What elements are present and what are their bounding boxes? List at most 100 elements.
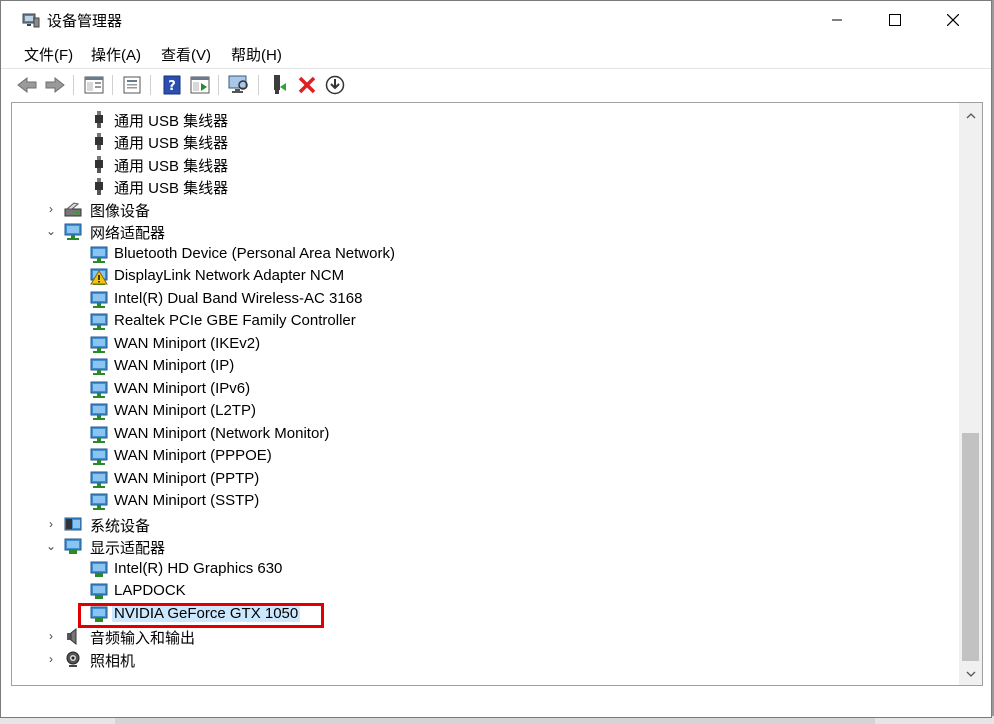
chevron-down-icon[interactable]: ⌄ [44, 538, 58, 554]
tree-item-label: 图像设备 [90, 203, 151, 220]
tree-category-display[interactable]: ⌄ 显示适配器 [12, 535, 959, 557]
minimize-button[interactable] [808, 1, 866, 39]
help-icon: ? [163, 75, 181, 95]
tree-item-label: WAN Miniport (SSTP) [114, 492, 260, 509]
minimize-icon [832, 19, 842, 21]
device-manager-window: 设备管理器 文件(F) 操作(A) 查看(V) 帮助(H) ? 通用 USB 集… [0, 0, 992, 718]
tree-category-imaging[interactable]: › 图像设备 [12, 198, 959, 220]
network-adapter-icon [90, 471, 108, 488]
tree-item-network-adapter[interactable]: WAN Miniport (L2TP) [12, 400, 959, 422]
tree-item-usb-hub[interactable]: 通用 USB 集线器 [12, 108, 959, 130]
title-bar: 设备管理器 [1, 1, 991, 39]
tree-item-label: WAN Miniport (L2TP) [114, 402, 256, 419]
tree-category-system[interactable]: › 系统设备 [12, 513, 959, 535]
chevron-right-icon[interactable]: › [44, 628, 58, 644]
window-title: 设备管理器 [47, 13, 123, 30]
forward-button[interactable] [42, 72, 68, 98]
maximize-button[interactable] [866, 1, 924, 39]
chevron-down-icon [966, 671, 975, 677]
enable-device-button[interactable] [266, 72, 292, 98]
network-adapter-icon [90, 246, 108, 263]
annotation-highlight-box [78, 603, 324, 628]
network-adapter-icon [90, 426, 108, 443]
show-hide-button[interactable] [187, 72, 213, 98]
tree-item-network-adapter[interactable]: WAN Miniport (IPv6) [12, 378, 959, 400]
svg-text:?: ? [168, 79, 176, 94]
tree-item-label: 显示适配器 [90, 540, 166, 557]
scroll-down-button[interactable] [959, 663, 982, 685]
tree-item-display-adapter[interactable]: Intel(R) HD Graphics 630 [12, 558, 959, 580]
tree-item-usb-hub[interactable]: 通用 USB 集线器 [12, 175, 959, 197]
chevron-up-icon [966, 113, 975, 119]
tree-item-network-adapter[interactable]: WAN Miniport (IP) [12, 355, 959, 377]
uninstall-device-button[interactable] [294, 72, 320, 98]
scan-hardware-button[interactable] [226, 72, 252, 98]
tree-item-network-adapter[interactable]: WAN Miniport (PPPOE) [12, 445, 959, 467]
menu-action[interactable]: 操作(A) [89, 44, 143, 65]
update-view-button[interactable] [119, 72, 145, 98]
tree-category-network[interactable]: ⌄ 网络适配器 [12, 220, 959, 242]
tree-item-label: 通用 USB 集线器 [114, 180, 229, 197]
tree-item-label: 网络适配器 [90, 225, 166, 242]
webcam-icon [66, 651, 80, 667]
tree-item-display-adapter[interactable]: LAPDOCK [12, 580, 959, 602]
update-driver-button[interactable] [322, 72, 348, 98]
tree-item-network-adapter[interactable]: Bluetooth Device (Personal Area Network) [12, 243, 959, 265]
network-adapter-icon [90, 448, 108, 465]
tree-item-label: Intel(R) Dual Band Wireless-AC 3168 [114, 290, 363, 307]
network-adapter-icon [90, 493, 108, 510]
tree-item-label: LAPDOCK [114, 582, 186, 599]
vertical-scrollbar[interactable] [959, 103, 982, 685]
properties-view-button[interactable] [81, 72, 107, 98]
usb-plug-icon [95, 111, 103, 128]
menu-help[interactable]: 帮助(H) [229, 44, 284, 65]
tree-item-usb-hub[interactable]: 通用 USB 集线器 [12, 153, 959, 175]
chevron-right-icon[interactable]: › [44, 516, 58, 532]
plug-enable-icon [274, 75, 286, 94]
chevron-right-icon[interactable]: › [44, 201, 58, 217]
display-adapter-icon [90, 583, 108, 599]
tree-item-network-adapter[interactable]: Intel(R) Dual Band Wireless-AC 3168 [12, 288, 959, 310]
panel-play-icon [190, 76, 210, 94]
tree-item-label: 音频输入和输出 [90, 630, 196, 647]
chevron-right-icon[interactable]: › [44, 651, 58, 667]
close-icon [947, 14, 959, 26]
close-button[interactable] [924, 1, 982, 39]
tree-item-label: WAN Miniport (IPv6) [114, 380, 251, 397]
tree-item-label: 通用 USB 集线器 [114, 158, 229, 175]
forward-arrow-icon [45, 76, 65, 94]
scroll-up-button[interactable] [959, 105, 982, 127]
tree-item-label: Realtek PCIe GBE Family Controller [114, 312, 356, 329]
network-adapter-icon [64, 223, 82, 240]
device-manager-icon [22, 13, 40, 28]
tree-item-network-adapter[interactable]: WAN Miniport (PPTP) [12, 468, 959, 490]
network-adapter-icon [90, 291, 108, 308]
display-adapter-icon [90, 561, 108, 577]
tree-item-network-adapter[interactable]: WAN Miniport (IKEv2) [12, 333, 959, 355]
display-adapter-icon [64, 538, 82, 554]
device-tree: 通用 USB 集线器 通用 USB 集线器 通用 USB 集线器 通用 USB … [12, 103, 959, 685]
tree-item-label: WAN Miniport (PPPOE) [114, 447, 272, 464]
chevron-down-icon[interactable]: ⌄ [44, 223, 58, 239]
tree-item-label: WAN Miniport (IP) [114, 357, 235, 374]
help-button[interactable]: ? [159, 72, 185, 98]
tree-category-audio[interactable]: › 音频输入和输出 [12, 625, 959, 647]
tree-category-camera[interactable]: › 照相机 [12, 648, 959, 670]
red-x-icon [298, 76, 316, 94]
menu-file[interactable]: 文件(F) [22, 44, 75, 65]
network-adapter-icon [90, 313, 108, 330]
menu-bar: 文件(F) 操作(A) 查看(V) 帮助(H) [1, 41, 991, 67]
network-adapter-icon [90, 403, 108, 420]
tree-item-network-adapter[interactable]: Realtek PCIe GBE Family Controller [12, 310, 959, 332]
back-button[interactable] [14, 72, 40, 98]
tree-item-network-adapter-warning[interactable]: DisplayLink Network Adapter NCM [12, 265, 959, 287]
down-arrow-circle-icon [325, 75, 345, 95]
tree-item-network-adapter[interactable]: WAN Miniport (SSTP) [12, 490, 959, 512]
back-arrow-icon [17, 76, 37, 94]
menu-view[interactable]: 查看(V) [159, 44, 213, 65]
tree-item-network-adapter[interactable]: WAN Miniport (Network Monitor) [12, 423, 959, 445]
tree-item-label: WAN Miniport (Network Monitor) [114, 425, 330, 442]
tree-item-usb-hub[interactable]: 通用 USB 集线器 [12, 130, 959, 152]
network-adapter-icon [90, 381, 108, 398]
scrollbar-thumb[interactable] [962, 433, 979, 661]
